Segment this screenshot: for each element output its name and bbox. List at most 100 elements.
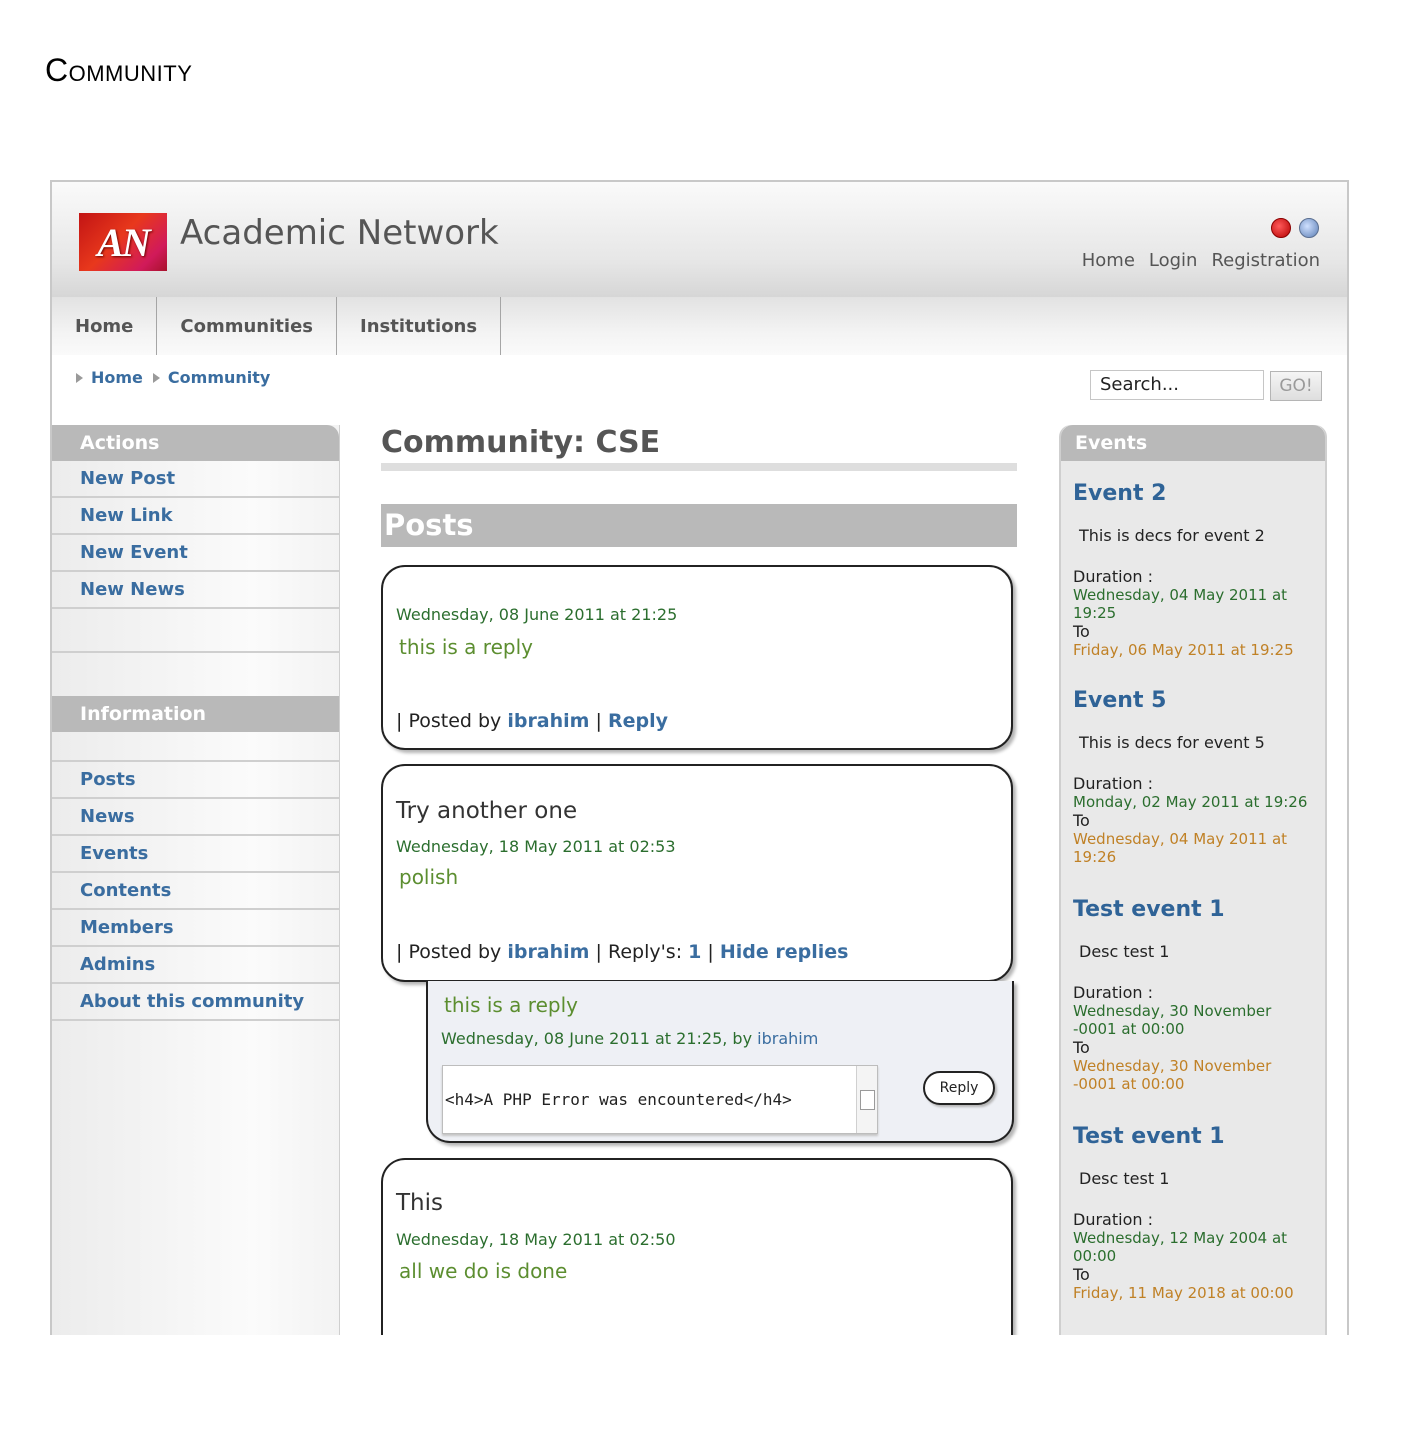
reply-text: this is a reply <box>444 993 578 1017</box>
event-end: Wednesday, 30 November -0001 at 00:00 <box>1073 1057 1272 1093</box>
page-title: Community: CSE <box>381 425 661 460</box>
breadcrumb: Home Community <box>74 368 270 387</box>
post-body: this is a reply <box>399 635 533 659</box>
nav-institutions[interactable]: Institutions <box>337 297 502 355</box>
footer-separator: | <box>701 941 720 963</box>
title-divider <box>381 463 1017 471</box>
action-new-event[interactable]: New Event <box>52 535 339 572</box>
browser-frame: AN Academic Network Home Login Registrat… <box>50 180 1349 1335</box>
nav-home[interactable]: Home <box>52 297 158 355</box>
textarea-value: <h4>A PHP Error was encountered</h4> <box>445 1090 792 1109</box>
posted-by-label: | Posted by <box>396 710 508 732</box>
event-title-link[interactable]: Test event 1 <box>1073 1124 1318 1149</box>
flag-icon-red[interactable] <box>1271 218 1291 238</box>
post-date: Wednesday, 18 May 2011 at 02:50 <box>396 1230 676 1249</box>
breadcrumb-community[interactable]: Community <box>168 368 270 387</box>
flag-icon-blue[interactable] <box>1299 218 1319 238</box>
top-link-home[interactable]: Home <box>1082 250 1135 271</box>
event-title-link[interactable]: Event 5 <box>1073 688 1318 713</box>
info-members[interactable]: Members <box>52 910 339 947</box>
post-card: Try another one Wednesday, 18 May 2011 a… <box>381 764 1013 982</box>
event-start: Wednesday, 04 May 2011 at 19:25 <box>1073 586 1288 622</box>
post-card: Wednesday, 08 June 2011 at 21:25 this is… <box>381 565 1013 750</box>
scrollbar-thumb[interactable] <box>860 1090 875 1110</box>
event-end: Wednesday, 04 May 2011 at 19:26 <box>1073 830 1288 866</box>
event-item: Test event 1 Desc test 1 Duration : Wedn… <box>1073 1124 1318 1302</box>
info-events[interactable]: Events <box>52 836 339 873</box>
sidebar-spacer <box>52 732 339 762</box>
hide-replies-link[interactable]: Hide replies <box>720 941 849 963</box>
nav-communities[interactable]: Communities <box>157 297 337 355</box>
reply-link[interactable]: Reply <box>608 710 668 732</box>
event-to-label: To <box>1073 1038 1090 1057</box>
top-link-login[interactable]: Login <box>1149 250 1198 271</box>
event-start: Wednesday, 12 May 2004 at 00:00 <box>1073 1229 1288 1265</box>
event-desc: This is decs for event 5 <box>1079 733 1265 752</box>
event-title-link[interactable]: Test event 1 <box>1073 897 1318 922</box>
event-end: Friday, 11 May 2018 at 00:00 <box>1073 1284 1294 1302</box>
post-footer: | Posted by ibrahim | Reply's: 1 | Hide … <box>396 941 848 963</box>
info-admins[interactable]: Admins <box>52 947 339 984</box>
main-content: Community: CSE Posts Wednesday, 08 June … <box>381 425 1017 1335</box>
event-to-label: To <box>1073 622 1090 641</box>
event-desc: This is decs for event 2 <box>1079 526 1265 545</box>
post-date: Wednesday, 18 May 2011 at 02:53 <box>396 837 676 856</box>
post-footer: | Posted by ibrahim | Reply <box>396 710 668 732</box>
event-duration-label: Duration : <box>1073 567 1153 586</box>
event-item: Event 2 This is decs for event 2 Duratio… <box>1073 481 1318 659</box>
info-contents[interactable]: Contents <box>52 873 339 910</box>
reply-submit-button[interactable]: Reply <box>923 1071 995 1105</box>
action-new-link[interactable]: New Link <box>52 498 339 535</box>
event-start: Monday, 02 May 2011 at 19:26 <box>1073 793 1308 811</box>
reply-textarea[interactable]: <h4>A PHP Error was encountered</h4> <box>442 1065 878 1134</box>
site-title: Academic Network <box>180 213 499 253</box>
breadcrumb-home[interactable]: Home <box>91 368 143 387</box>
info-news[interactable]: News <box>52 799 339 836</box>
left-sidebar: Actions New Post New Link New Event New … <box>52 425 340 1335</box>
post-date: Wednesday, 08 June 2011 at 21:25 <box>396 605 678 624</box>
main-nav: Home Communities Institutions <box>52 297 1347 355</box>
sidebar-spacer <box>52 609 339 653</box>
event-title-link[interactable]: Event 2 <box>1073 481 1318 506</box>
reply-meta: Wednesday, 08 June 2011 at 21:25, by ibr… <box>441 1029 818 1048</box>
top-links: Home Login Registration <box>1082 250 1320 271</box>
action-new-post[interactable]: New Post <box>52 461 339 498</box>
post-author-link[interactable]: ibrahim <box>507 941 589 963</box>
event-to-label: To <box>1073 811 1090 830</box>
event-desc: Desc test 1 <box>1079 1169 1170 1188</box>
event-desc: Desc test 1 <box>1079 942 1170 961</box>
reply-meta-date: Wednesday, 08 June 2011 at 21:25, by <box>441 1029 758 1048</box>
event-duration-label: Duration : <box>1073 1210 1153 1229</box>
post-title: This <box>396 1190 443 1216</box>
posts-heading: Posts <box>381 504 1017 547</box>
posted-by-label: | Posted by <box>396 941 508 963</box>
breadcrumb-arrow-icon <box>76 372 83 383</box>
info-about[interactable]: About this community <box>52 984 339 1021</box>
post-body: all we do is done <box>399 1259 568 1283</box>
action-new-news[interactable]: New News <box>52 572 339 609</box>
post-author-link[interactable]: ibrahim <box>507 710 589 732</box>
site-header: AN Academic Network Home Login Registrat… <box>52 182 1347 297</box>
reply-thread: this is a reply Wednesday, 08 June 2011 … <box>426 981 1014 1143</box>
post-card: This Wednesday, 18 May 2011 at 02:50 all… <box>381 1158 1013 1335</box>
event-to-label: To <box>1073 1265 1090 1284</box>
replies-label: | Reply's: <box>589 941 689 963</box>
site-logo[interactable]: AN <box>79 213 167 271</box>
search-go-button[interactable]: GO! <box>1270 371 1322 401</box>
language-flags <box>1271 218 1319 238</box>
post-body: polish <box>399 865 459 889</box>
search-input[interactable]: Search... <box>1090 370 1264 400</box>
event-end: Friday, 06 May 2011 at 19:25 <box>1073 641 1294 659</box>
replies-count-link[interactable]: 1 <box>688 941 701 963</box>
event-start: Wednesday, 30 November -0001 at 00:00 <box>1073 1002 1272 1038</box>
textarea-scrollbar[interactable] <box>856 1066 877 1133</box>
info-posts[interactable]: Posts <box>52 762 339 799</box>
information-heading: Information <box>52 696 339 732</box>
events-sidebar: Events Event 2 This is decs for event 2 … <box>1059 425 1327 1335</box>
reply-author-link[interactable]: ibrahim <box>757 1029 818 1048</box>
top-link-registration[interactable]: Registration <box>1211 250 1320 271</box>
event-duration-label: Duration : <box>1073 983 1153 1002</box>
event-item: Test event 1 Desc test 1 Duration : Wedn… <box>1073 897 1318 1093</box>
event-item: Event 5 This is decs for event 5 Duratio… <box>1073 688 1318 866</box>
events-heading: Events <box>1061 425 1325 461</box>
